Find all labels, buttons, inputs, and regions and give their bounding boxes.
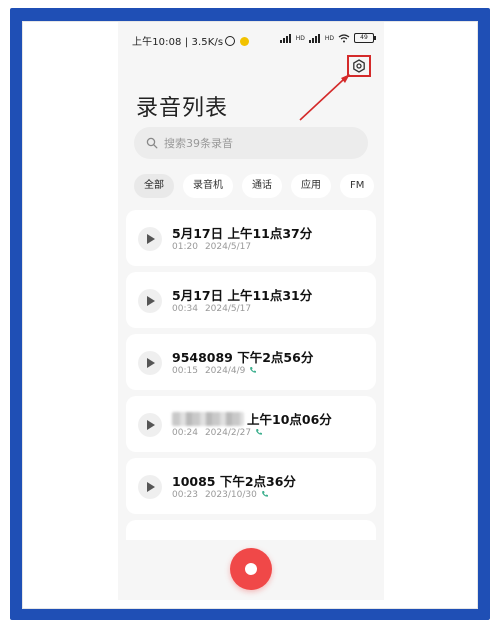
redacted-number xyxy=(172,412,244,426)
filter-tab-calls[interactable]: 通话 xyxy=(242,174,282,198)
recording-date: 2023/10/30 xyxy=(204,490,257,500)
page-title: 录音列表 xyxy=(136,96,229,121)
phone-call-icon xyxy=(261,491,268,497)
list-item[interactable]: 5月17日 上午11点37分 01:20 2024/5/17 xyxy=(126,210,376,266)
recording-meta: 00:23 2023/10/30 xyxy=(172,490,269,500)
play-icon xyxy=(147,358,155,368)
recording-duration: 00:24 xyxy=(172,428,198,438)
signal-icon-2 xyxy=(308,33,320,43)
recording-title: 上午10点06分 xyxy=(247,412,332,427)
play-button[interactable] xyxy=(138,413,162,437)
app-badge-icon xyxy=(240,37,250,46)
list-item[interactable]: 10085 下午2点36分 00:23 2023/10/30 xyxy=(126,458,376,514)
wifi-icon xyxy=(338,33,350,42)
recording-meta: 01:20 2024/5/17 xyxy=(172,242,251,252)
recording-meta: 00:34 2024/5/17 xyxy=(172,304,251,314)
signal-icon xyxy=(279,33,291,43)
status-right: HD HD 49 xyxy=(279,32,376,44)
play-button[interactable] xyxy=(138,475,162,499)
status-bar: 上午10:08 | 3.5K/s HD HD 49 xyxy=(118,22,384,54)
list-item[interactable]: 上午10点06分 00:24 2024/2/27 xyxy=(126,396,376,452)
recording-title-row: 上午10点06分 xyxy=(172,409,332,428)
play-button[interactable] xyxy=(138,289,162,313)
list-item[interactable]: 9548089 下午2点56分 00:15 2024/4/9 xyxy=(126,334,376,390)
filter-tab-fm[interactable]: FM xyxy=(340,174,375,198)
recording-title: 5月17日 上午11点37分 xyxy=(172,226,313,241)
list-item-partial xyxy=(126,520,376,540)
recording-title: 9548089 下午2点56分 xyxy=(172,350,314,365)
filter-tab-recorder[interactable]: 录音机 xyxy=(183,174,233,198)
search-placeholder: 搜索39条录音 xyxy=(164,137,233,150)
play-button[interactable] xyxy=(138,351,162,375)
phone-screen: 上午10:08 | 3.5K/s HD HD 49 录音列表 搜索39条录音 全… xyxy=(118,22,384,600)
hd-label: HD xyxy=(295,34,305,42)
play-icon xyxy=(147,234,155,244)
play-icon xyxy=(147,420,155,430)
filter-tabs: 全部 录音机 通话 应用 FM xyxy=(134,174,375,198)
phone-call-icon xyxy=(256,429,263,435)
filter-tab-apps[interactable]: 应用 xyxy=(291,174,331,198)
status-left: 上午10:08 | 3.5K/s xyxy=(132,33,250,48)
recording-date: 2024/2/27 xyxy=(204,428,252,438)
record-button[interactable] xyxy=(230,548,272,590)
play-icon xyxy=(147,296,155,306)
filter-tab-all[interactable]: 全部 xyxy=(134,174,174,198)
recording-date: 2024/5/17 xyxy=(204,242,252,252)
status-time-speed: 上午10:08 | 3.5K/s xyxy=(132,37,224,48)
recording-title: 5月17日 上午11点31分 xyxy=(172,288,313,303)
play-button[interactable] xyxy=(138,227,162,251)
recording-meta: 00:24 2024/2/27 xyxy=(172,428,263,438)
record-icon xyxy=(245,563,257,575)
list-item[interactable]: 5月17日 上午11点31分 00:34 2024/5/17 xyxy=(126,272,376,328)
recording-meta: 00:15 2024/4/9 xyxy=(172,366,257,376)
battery-icon: 49 xyxy=(354,33,376,43)
phone-call-icon xyxy=(250,367,257,373)
recording-date: 2024/5/17 xyxy=(204,304,252,314)
alarm-icon xyxy=(225,36,236,46)
settings-icon xyxy=(353,59,365,73)
recording-duration: 00:23 xyxy=(172,490,198,500)
recording-duration: 00:34 xyxy=(172,304,198,314)
settings-button[interactable] xyxy=(347,55,371,77)
recording-title: 10085 下午2点36分 xyxy=(172,474,296,489)
play-icon xyxy=(147,482,155,492)
search-icon xyxy=(146,137,158,149)
recording-duration: 01:20 xyxy=(172,242,198,252)
hd-label-2: HD xyxy=(324,34,334,42)
search-input[interactable]: 搜索39条录音 xyxy=(134,127,368,159)
recording-duration: 00:15 xyxy=(172,366,198,376)
recording-date: 2024/4/9 xyxy=(204,366,246,376)
